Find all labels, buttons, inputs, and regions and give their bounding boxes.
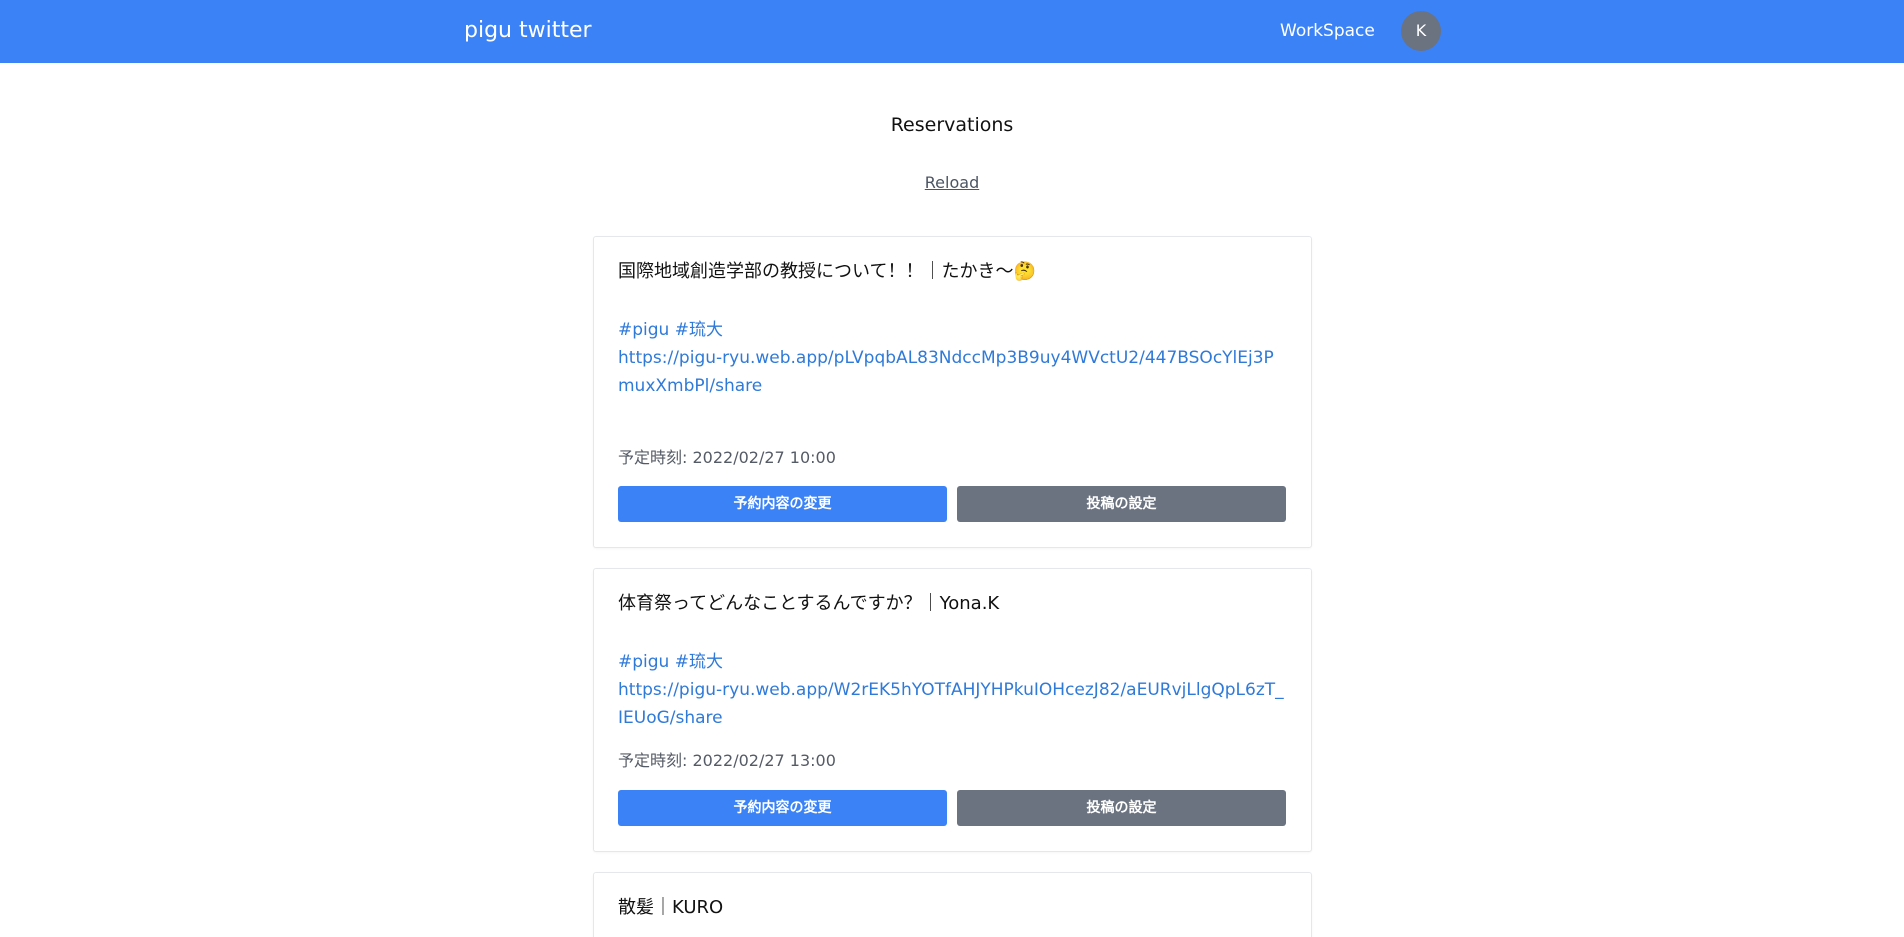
reservation-title: 国際地域創造学部の教授について！！｜たかき〜🤔 [618, 261, 1036, 282]
reload-container: Reload [0, 173, 1904, 193]
top-navbar: pigu twitter WorkSpace K [0, 0, 1904, 63]
post-settings-button[interactable]: 投稿の設定 [957, 486, 1286, 522]
reservation-url-link[interactable]: https://pigu-ryu.web.app/W2rEK5hYOTfAHJY… [618, 676, 1287, 732]
reservation-card: 散髪｜KURO [593, 872, 1312, 937]
edit-reservation-button[interactable]: 予約内容の変更 [618, 790, 947, 826]
post-settings-button[interactable]: 投稿の設定 [957, 790, 1286, 826]
reservation-hashtags: #pigu #琉大 [618, 652, 723, 672]
edit-reservation-button[interactable]: 予約内容の変更 [618, 486, 947, 522]
reload-link[interactable]: Reload [925, 173, 979, 192]
nav-link-workspace[interactable]: WorkSpace [1280, 20, 1375, 42]
reservation-url-link[interactable]: https://pigu-ryu.web.app/pLVpqbAL83NdccM… [618, 344, 1287, 400]
user-avatar[interactable]: K [1401, 11, 1441, 51]
reservation-scheduled-time: 予定時刻: 2022/02/27 10:00 [618, 448, 836, 467]
reservation-title: 体育祭ってどんなことするんですか？｜Yona.K [618, 593, 1000, 614]
page-title: Reservations [890, 114, 1014, 136]
brand-logo[interactable]: pigu twitter [464, 17, 592, 45]
reservation-title: 散髪｜KURO [618, 897, 724, 918]
reservation-card: 体育祭ってどんなことするんですか？｜Yona.K #pigu #琉大 https… [593, 568, 1312, 852]
reservation-scheduled-time: 予定時刻: 2022/02/27 13:00 [618, 751, 836, 770]
reservation-hashtags: #pigu #琉大 [618, 320, 723, 340]
reservation-card: 国際地域創造学部の教授について！！｜たかき〜🤔 #pigu #琉大 https:… [593, 236, 1312, 548]
